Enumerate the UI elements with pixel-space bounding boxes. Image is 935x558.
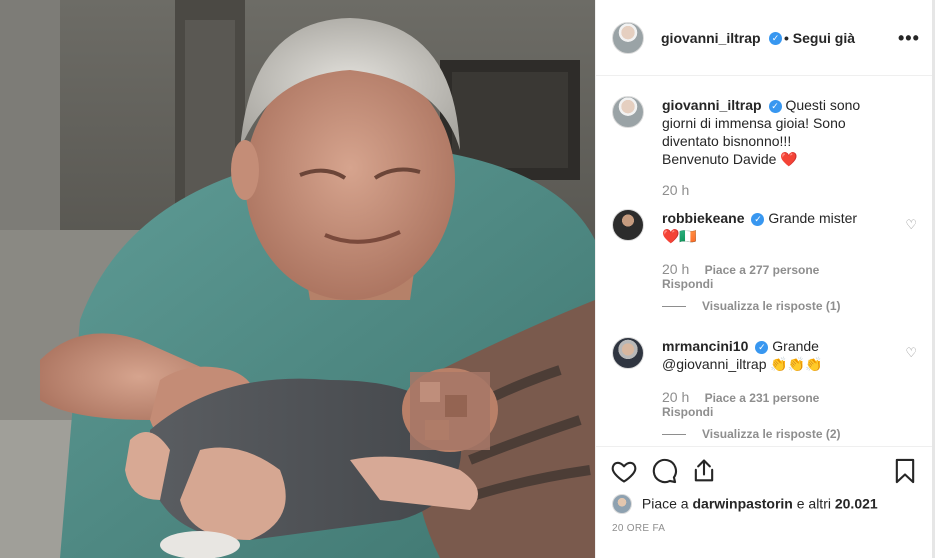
comment-avatar[interactable] — [612, 337, 644, 369]
comment-item: robbiekeane ✓ Grande mister ❤️🇮🇪 ♡ 20 h P… — [612, 209, 917, 319]
caption-text-line2: Benvenuto Davide ❤️ — [662, 151, 798, 167]
replies-divider — [662, 434, 686, 436]
comment-like-heart-icon[interactable]: ♡ — [905, 217, 917, 233]
comment-username[interactable]: mrmancini10 — [662, 338, 748, 354]
caption-meta: 20 h — [662, 182, 701, 198]
likes-prefix: Piace a — [641, 495, 689, 512]
comment-username[interactable]: robbiekeane — [662, 210, 744, 226]
follow-status-button[interactable]: • Segui già — [784, 30, 855, 46]
comment-time[interactable]: 20 h — [662, 389, 689, 405]
author-avatar[interactable] — [612, 22, 644, 54]
comment-likes-count[interactable]: Piace a 277 persone — [705, 263, 820, 277]
verified-badge-icon: ✓ — [751, 213, 765, 226]
author-username[interactable]: giovanni_iltrap — [661, 30, 761, 46]
likes-suffix: e altri — [796, 495, 831, 512]
verified-badge-icon: ✓ — [755, 341, 769, 354]
likes-summary[interactable]: Piace a darwinpastorin e altri 20.021 — [612, 494, 878, 515]
replies-divider — [662, 306, 686, 308]
save-bookmark-icon[interactable] — [891, 457, 919, 485]
post-photo[interactable] — [0, 0, 595, 558]
comment-text: Grande mister — [768, 210, 858, 226]
share-icon[interactable] — [690, 457, 718, 485]
caption-avatar[interactable] — [612, 96, 644, 128]
comment-item: mrmancini10 ✓ Grande @giovanni_iltrap 👏👏👏… — [612, 337, 917, 445]
more-options-icon[interactable]: ••• — [898, 28, 920, 49]
view-replies-button[interactable]: Visualizza le risposte (1) — [662, 299, 841, 313]
view-replies-button[interactable]: Visualizza le risposte (2) — [662, 427, 841, 441]
liker-username[interactable]: darwinpastorin — [692, 496, 792, 512]
comment-text-line2: @giovanni_iltrap 👏👏👏 — [662, 356, 823, 372]
likes-count[interactable]: 20.021 — [835, 496, 878, 512]
caption: giovanni_iltrap ✓ Questi sono giorni di i… — [612, 96, 917, 198]
comment-likes-count[interactable]: Piace a 231 persone — [705, 391, 820, 405]
comment-meta: 20 h Piace a 231 persone Rispondi — [662, 389, 819, 419]
verified-badge-icon: ✓ — [768, 100, 782, 113]
comment-like-heart-icon[interactable]: ♡ — [905, 345, 917, 361]
comment-meta: 20 h Piace a 277 persone Rispondi — [662, 261, 819, 291]
verified-badge-icon: ✓ — [769, 32, 782, 45]
view-replies-label: Visualizza le risposte (2) — [702, 427, 841, 441]
comment-text-line2: ❤️🇮🇪 — [662, 228, 697, 244]
photo-grandfather-with-baby — [0, 0, 595, 558]
post-side-panel: giovanni_iltrap ✓ • Segui già ••• giovan… — [595, 0, 935, 558]
caption-username[interactable]: giovanni_iltrap — [662, 97, 762, 113]
comment-avatar[interactable] — [612, 209, 644, 241]
comment-icon[interactable] — [650, 457, 678, 485]
comment-reply-button[interactable]: Rispondi — [662, 405, 713, 419]
comment-reply-button[interactable]: Rispondi — [662, 277, 713, 291]
comment-time[interactable]: 20 h — [662, 261, 689, 277]
caption-time[interactable]: 20 h — [662, 182, 689, 198]
liker-avatar[interactable] — [612, 494, 632, 514]
comment-text: Grande — [772, 338, 819, 354]
post-header: giovanni_iltrap ✓ • Segui già ••• — [596, 0, 933, 76]
like-heart-icon[interactable] — [610, 457, 638, 485]
post-actions: Piace a darwinpastorin e altri 20.021 20… — [596, 446, 933, 558]
post-timestamp[interactable]: 20 ORE FA — [612, 523, 665, 534]
comments-list[interactable]: giovanni_iltrap ✓ Questi sono giorni di i… — [596, 77, 933, 445]
view-replies-label: Visualizza le risposte (1) — [702, 299, 841, 313]
